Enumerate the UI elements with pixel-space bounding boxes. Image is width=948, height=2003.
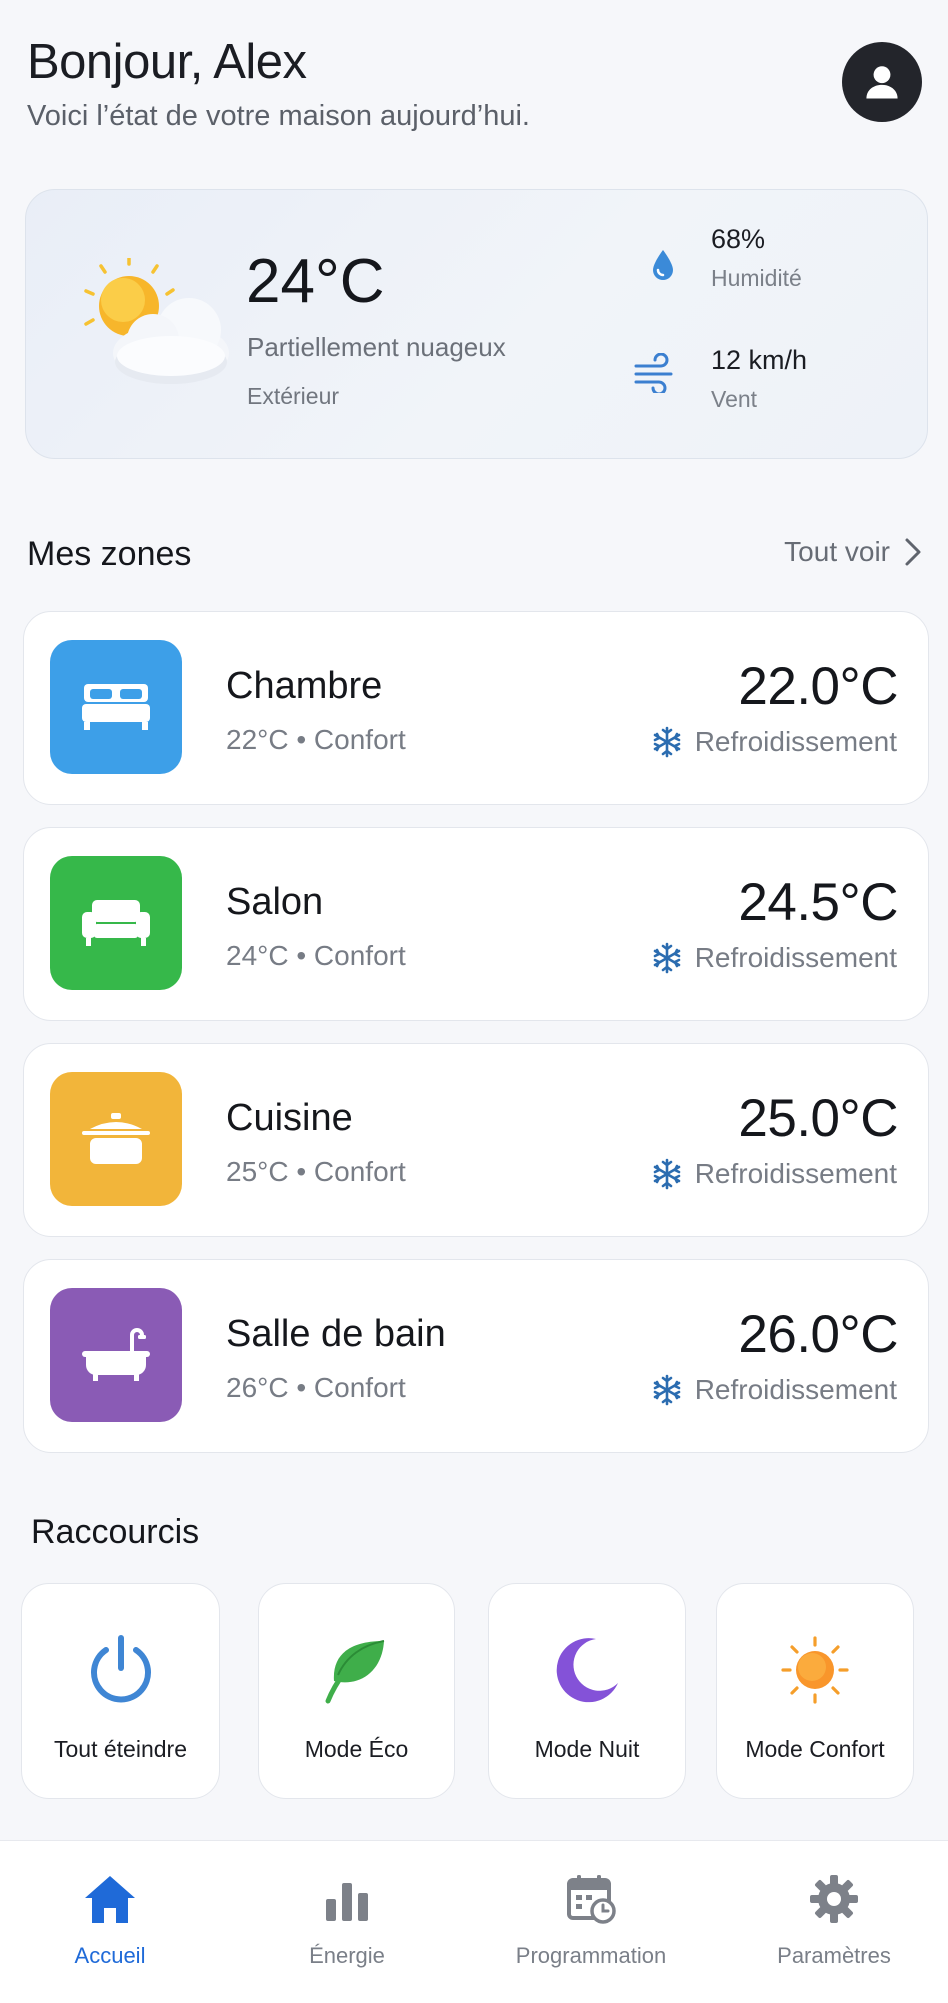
zone-mode: Refroidissement — [651, 1374, 897, 1406]
partly-cloudy-icon — [71, 256, 241, 388]
see-all-label: Tout voir — [784, 536, 890, 567]
zone-icon-container — [50, 640, 182, 774]
shortcut-label: Mode Éco — [304, 1736, 409, 1762]
shortcut-label: Tout éteindre — [54, 1736, 187, 1762]
weather-location: Extérieur — [247, 383, 340, 409]
nav-item-programmation[interactable]: Programmation — [491, 1869, 691, 1969]
humidity-value: 68% — [711, 224, 766, 254]
wind-value: 12 km/h — [711, 345, 808, 375]
shortcut-label: Mode Confort — [745, 1736, 885, 1762]
shortcut-mode-nuit[interactable]: Mode Nuit — [488, 1583, 686, 1799]
moon-icon — [489, 1632, 685, 1708]
user-icon — [866, 66, 898, 99]
snowflake-icon — [653, 942, 680, 974]
see-all-link[interactable]: Tout voir — [784, 536, 922, 568]
zone-subtitle: 24°C • Confort — [226, 940, 406, 971]
sun-icon — [717, 1632, 913, 1708]
header: Bonjour, Alex Voici l’état de votre mais… — [27, 32, 922, 152]
nav-label: Énergie — [309, 1943, 385, 1968]
shortcut-mode-confort[interactable]: Mode Confort — [716, 1583, 914, 1799]
snowflake-icon — [653, 1158, 680, 1190]
power-icon — [22, 1632, 219, 1708]
pot-icon — [82, 1113, 150, 1164]
zone-icon-container — [50, 856, 182, 990]
snowflake-icon — [653, 726, 680, 758]
zone-icon-container — [50, 1288, 182, 1422]
bathtub-icon — [82, 1328, 150, 1381]
zone-temperature: 24.5°C — [738, 873, 898, 932]
zone-mode: Refroidissement — [651, 726, 897, 758]
zone-temperature: 26.0°C — [738, 1305, 898, 1364]
zone-card-salle-de-bain[interactable]: Salle de bain 26°C • Confort 26.0°C Refr… — [23, 1259, 929, 1453]
page-title: Bonjour, Alex — [27, 35, 307, 89]
nav-label: Paramètres — [777, 1943, 891, 1968]
nav-item-parametres[interactable]: Paramètres — [734, 1869, 934, 1969]
zone-name: Chambre — [226, 665, 383, 707]
shortcuts-section-title: Raccourcis — [31, 1513, 200, 1551]
zone-mode: Refroidissement — [651, 1158, 897, 1190]
zone-card-cuisine[interactable]: Cuisine 25°C • Confort 25.0°C Refroidiss… — [23, 1043, 929, 1237]
shortcut-mode-eco[interactable]: Mode Éco — [258, 1583, 455, 1799]
zone-icon-container — [50, 1072, 182, 1206]
zone-mode-label: Refroidissement — [694, 942, 897, 973]
weather-card: 24°C Partiellement nuageux Extérieur 68%… — [25, 189, 928, 459]
sofa-icon — [82, 900, 150, 946]
nav-item-accueil[interactable]: Accueil — [10, 1869, 210, 1969]
home-icon — [10, 1869, 210, 1929]
nav-item-energie[interactable]: Énergie — [247, 1869, 447, 1969]
zone-temperature: 22.0°C — [738, 657, 898, 716]
zone-subtitle: 25°C • Confort — [226, 1156, 406, 1187]
bed-icon — [82, 684, 150, 730]
zone-card-chambre[interactable]: Chambre 22°C • Confort 22.0°C Refroidiss… — [23, 611, 929, 805]
zone-subtitle: 22°C • Confort — [226, 724, 406, 755]
calendar-clock-icon — [491, 1869, 691, 1929]
nav-label: Programmation — [515, 1943, 667, 1968]
zone-name: Salon — [226, 881, 324, 923]
zone-card-salon[interactable]: Salon 24°C • Confort 24.5°C Refroidissem… — [23, 827, 929, 1021]
gear-icon — [734, 1869, 934, 1929]
outdoor-temperature: 24°C — [246, 247, 385, 316]
wind-icon — [632, 350, 678, 396]
zone-subtitle: 26°C • Confort — [226, 1372, 406, 1403]
bottom-nav: Accueil Énergie Programmation Paramètres — [0, 1840, 948, 2003]
weather-condition: Partiellement nuageux — [247, 332, 506, 362]
avatar[interactable] — [842, 42, 922, 122]
zone-temperature: 25.0°C — [738, 1089, 898, 1148]
snowflake-icon — [653, 1374, 680, 1406]
zones-section-title: Mes zones — [27, 535, 192, 573]
zone-mode-label: Refroidissement — [694, 1374, 897, 1405]
bar-chart-icon — [247, 1869, 447, 1929]
leaf-icon — [259, 1632, 454, 1708]
chevron-right-icon — [905, 538, 921, 566]
zone-mode: Refroidissement — [651, 942, 897, 974]
page-subtitle: Voici l’état de votre maison aujourd’hui… — [27, 100, 530, 132]
nav-label: Accueil — [74, 1943, 146, 1968]
wind-label: Vent — [711, 386, 758, 412]
humidity-label: Humidité — [711, 265, 802, 291]
zone-name: Cuisine — [226, 1097, 353, 1139]
zone-mode-label: Refroidissement — [694, 726, 897, 757]
shortcut-tout-eteindre[interactable]: Tout éteindre — [21, 1583, 220, 1799]
droplet-icon — [640, 242, 686, 288]
shortcut-label: Mode Nuit — [534, 1736, 640, 1762]
zone-name: Salle de bain — [226, 1313, 446, 1355]
zone-mode-label: Refroidissement — [694, 1158, 897, 1189]
